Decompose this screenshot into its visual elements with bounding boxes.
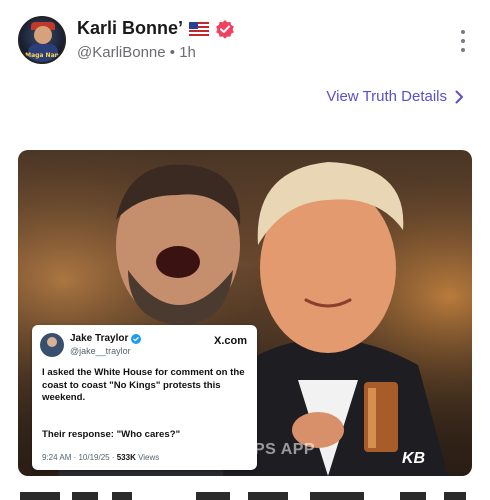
more-options-icon[interactable] [458,30,468,52]
embedded-post-response: Their response: "Who cares?" [42,429,181,440]
embedded-post-text: I asked the White House for comment on t… [42,367,245,403]
post-header: Maga Nan Karli Bonne’ @KarliBonne • 1h [18,14,472,70]
verified-badge-icon [216,19,234,39]
embedded-post-time: 9:24 AM · 10/19/25 · [42,453,115,462]
display-name[interactable]: Karli Bonne’ [77,18,183,39]
us-flag-icon [189,21,210,36]
name-row: Karli Bonne’ [77,18,235,39]
view-details-label: View Truth Details [326,88,447,105]
handle[interactable]: @KarliBonne [77,44,166,61]
avatar[interactable]: Maga Nan [18,16,66,64]
post-media-image[interactable]: Jake Traylor @jake__traylor X.com I aske… [18,150,472,476]
embedded-post-card[interactable]: Jake Traylor @jake__traylor X.com I aske… [32,325,257,470]
next-content-cutoff [0,484,490,500]
x-brand-label: X.com [213,335,247,347]
embedded-handle: @jake__traylor [70,346,131,356]
separator: • [169,44,176,61]
view-details-link[interactable]: View Truth Details [326,88,464,105]
embedded-name: Jake Traylor [70,333,129,344]
embedded-post-views-count: 533K [116,453,136,462]
post-time: 1h [179,44,196,61]
embedded-name-row: Jake Traylor [70,333,142,344]
embedded-post-views-label: Views [135,453,160,462]
signature-text: KB [402,450,426,467]
x-verified-icon [131,333,142,344]
embedded-post-meta: 9:24 AM · 10/19/25 · 533K Views [42,453,159,462]
avatar-label: Maga Nan [25,52,59,59]
handle-row: @KarliBonne • 1h [77,44,196,61]
chevron-right-icon [455,90,463,103]
embedded-avatar [40,333,64,357]
watermark-text: PS APP [254,441,316,458]
